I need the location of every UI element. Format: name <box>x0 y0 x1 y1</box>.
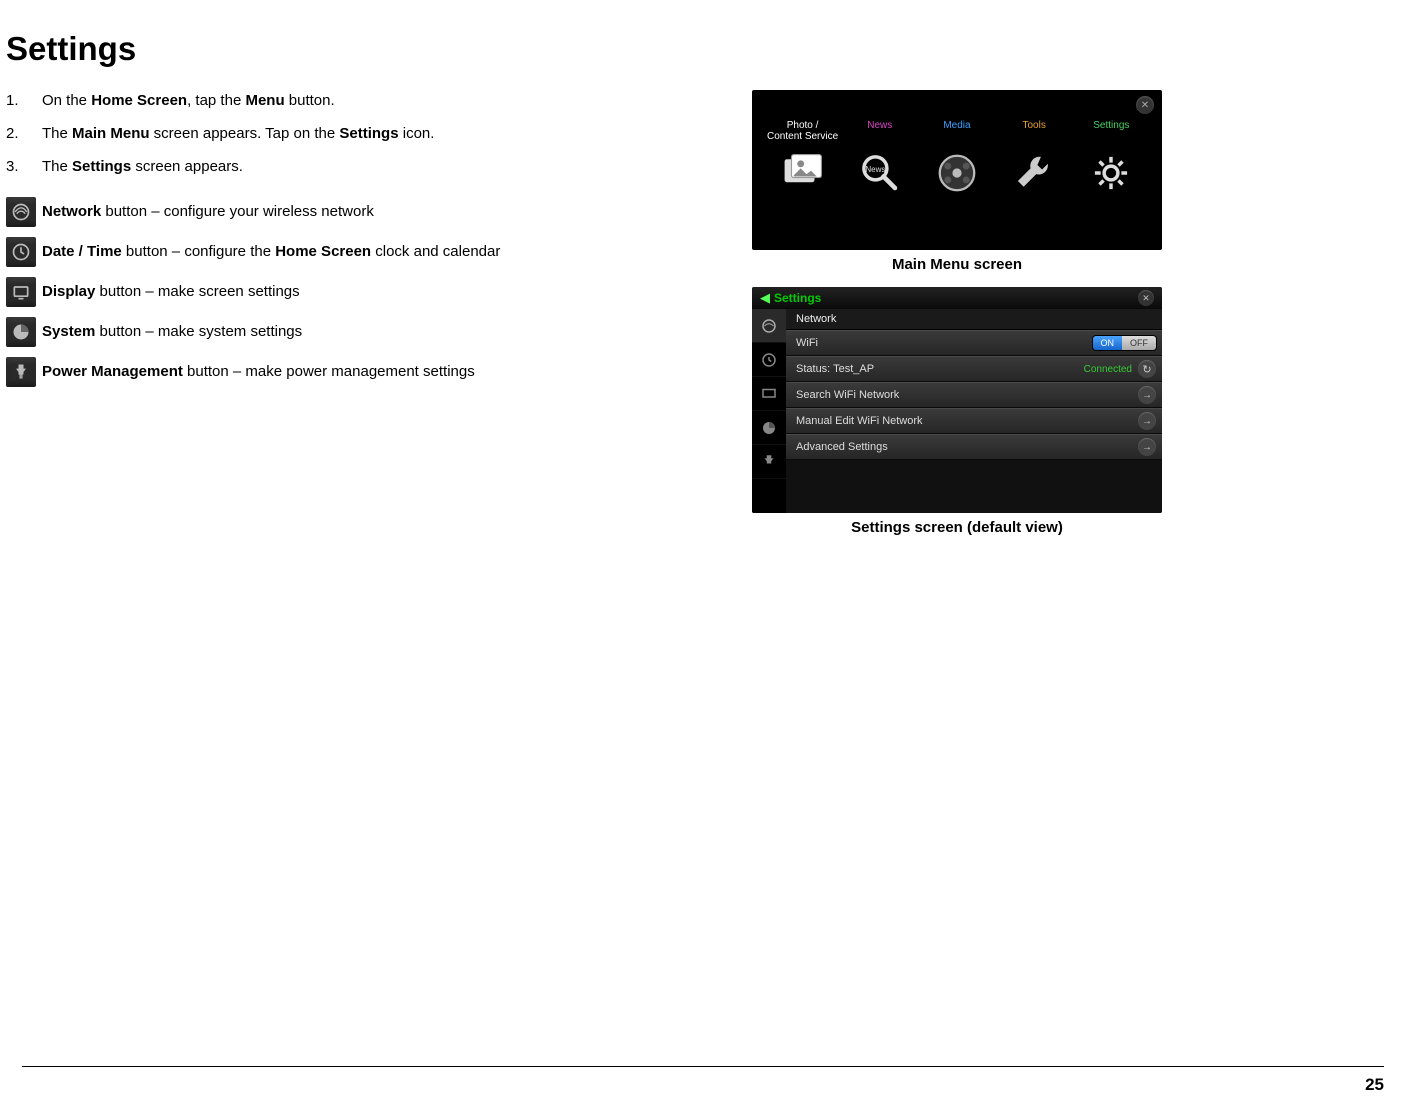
row-manual-wifi[interactable]: Manual Edit WiFi Network <box>786 408 1162 434</box>
back-icon[interactable]: ◀ <box>760 290 770 306</box>
tab-news[interactable]: News <box>843 120 917 142</box>
photo-icon[interactable] <box>780 150 826 196</box>
network-icon <box>6 197 36 227</box>
close-icon[interactable] <box>1138 290 1154 306</box>
settings-screenshot: ◀ Settings Network WiFi ON <box>752 287 1162 513</box>
refresh-icon[interactable] <box>1138 360 1156 378</box>
footer-rule <box>22 1066 1384 1067</box>
sidebar-power-icon[interactable] <box>752 445 786 479</box>
wifi-toggle[interactable]: ON OFF <box>1093 336 1157 350</box>
sidebar-display-icon[interactable] <box>752 377 786 411</box>
row-advanced[interactable]: Advanced Settings <box>786 434 1162 460</box>
system-icon <box>6 317 36 347</box>
tab-photo[interactable]: Photo / Content Service <box>766 120 840 142</box>
tab-tools[interactable]: Tools <box>997 120 1071 142</box>
close-icon[interactable] <box>1136 96 1154 114</box>
row-search-wifi[interactable]: Search WiFi Network <box>786 382 1162 408</box>
icon-line-network: Network button – configure your wireless… <box>6 197 706 227</box>
main-menu-caption: Main Menu screen <box>752 256 1162 273</box>
tools-icon[interactable] <box>1011 150 1057 196</box>
settings-sidebar <box>752 309 786 513</box>
media-icon[interactable] <box>934 150 980 196</box>
icon-line-display: Display button – make screen settings <box>6 277 706 307</box>
gear-icon[interactable] <box>1088 150 1134 196</box>
power-icon <box>6 357 36 387</box>
sidebar-clock-icon[interactable] <box>752 343 786 377</box>
arrow-right-icon <box>1138 438 1156 456</box>
step-item: The Main Menu screen appears. Tap on the… <box>6 123 706 144</box>
page-title: Settings <box>6 30 1384 68</box>
settings-title: Settings <box>774 291 821 305</box>
arrow-right-icon <box>1138 386 1156 404</box>
tab-media[interactable]: Media <box>920 120 994 142</box>
page-number: 25 <box>1365 1075 1384 1095</box>
main-menu-screenshot: Photo / Content Service News Media Tools… <box>752 90 1162 250</box>
clock-icon <box>6 237 36 267</box>
row-wifi[interactable]: WiFi ON OFF <box>786 330 1162 356</box>
settings-caption: Settings screen (default view) <box>752 519 1162 536</box>
icon-line-system: System button – make system settings <box>6 317 706 347</box>
tab-settings[interactable]: Settings <box>1074 120 1148 142</box>
icon-line-power: Power Management button – make power man… <box>6 357 706 387</box>
display-icon <box>6 277 36 307</box>
step-item: On the Home Screen, tap the Menu button. <box>6 90 706 111</box>
section-header: Network <box>786 309 1162 330</box>
sidebar-system-icon[interactable] <box>752 411 786 445</box>
svg-text:News: News <box>865 165 885 174</box>
steps-list: On the Home Screen, tap the Menu button.… <box>6 90 706 177</box>
connected-label: Connected <box>1084 364 1132 375</box>
arrow-right-icon <box>1138 412 1156 430</box>
news-icon[interactable]: News <box>857 150 903 196</box>
icon-line-datetime: Date / Time button – configure the Home … <box>6 237 706 267</box>
sidebar-network-icon[interactable] <box>752 309 786 343</box>
step-item: The Settings screen appears. <box>6 156 706 177</box>
row-status[interactable]: Status: Test_AP Connected <box>786 356 1162 382</box>
